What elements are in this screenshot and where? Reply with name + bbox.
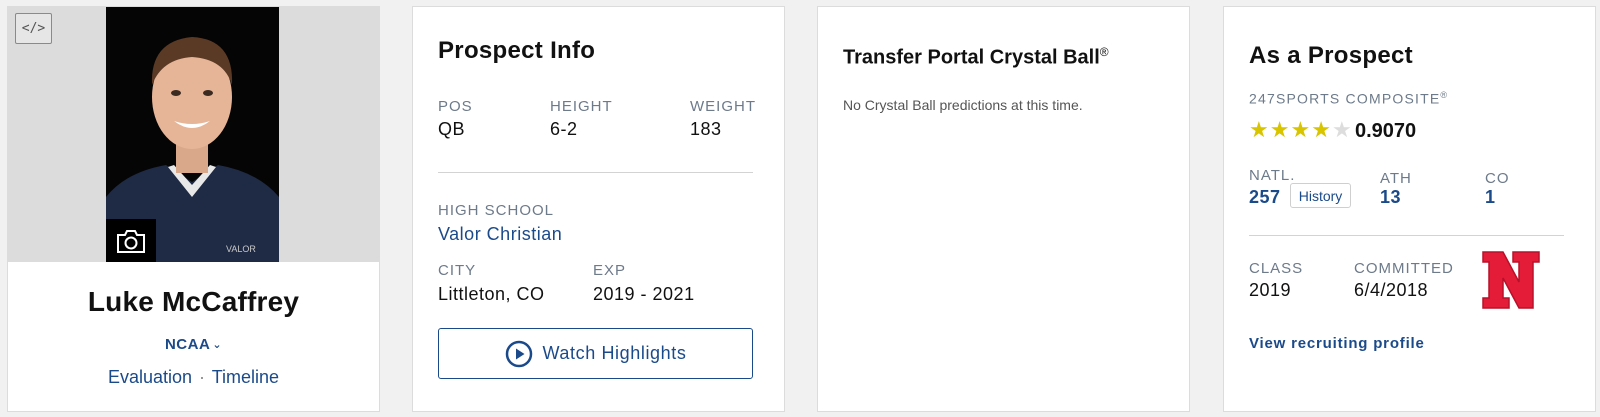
prospect-info-card: Prospect Info POS QB HEIGHT 6-2 WEIGHT 1… xyxy=(412,6,785,412)
watch-highlights-button[interactable]: Watch Highlights xyxy=(438,328,753,379)
league-selector[interactable]: NCAA ⌄ xyxy=(8,336,379,353)
evaluation-link[interactable]: Evaluation xyxy=(108,367,192,387)
high-school-link[interactable]: Valor Christian xyxy=(438,224,562,245)
city-value: Littleton, CO xyxy=(438,284,545,304)
natl-label: NATL. xyxy=(1249,167,1296,184)
photo-area: VALOR </> xyxy=(8,7,379,262)
weight-label: WEIGHT xyxy=(690,98,756,115)
svg-text:VALOR: VALOR xyxy=(226,244,256,254)
camera-icon xyxy=(117,229,145,253)
star-filled-icon: ★ xyxy=(1269,117,1290,142)
crystal-ball-title-text: Transfer Portal Crystal Ball xyxy=(843,46,1100,69)
class-value: 2019 xyxy=(1249,280,1292,300)
photo-gallery-button[interactable] xyxy=(106,219,156,262)
high-school-label: HIGH SCHOOL xyxy=(438,202,555,219)
position-label: ATH xyxy=(1380,170,1412,187)
player-name: Luke McCaffrey xyxy=(87,286,300,317)
registered-mark: ® xyxy=(1099,45,1109,59)
star-filled-icon: ★ xyxy=(1290,117,1311,142)
embed-code-button[interactable]: </> xyxy=(15,13,52,44)
crystal-ball-card: Transfer Portal Crystal Ball® No Crystal… xyxy=(817,6,1190,412)
view-recruiting-profile-link[interactable]: View recruiting profile xyxy=(1249,335,1425,352)
history-button[interactable]: History xyxy=(1290,183,1351,208)
embed-code-icon: </> xyxy=(21,21,46,36)
watch-highlights-label: Watch Highlights xyxy=(542,343,687,363)
pos-label: POS xyxy=(438,98,473,115)
committed-value: 6/4/2018 xyxy=(1354,280,1429,300)
nebraska-n-logo[interactable] xyxy=(1479,248,1543,312)
class-label: CLASS xyxy=(1249,260,1304,277)
composite-label: 247SPORTS COMPOSITE® xyxy=(1249,90,1448,107)
timeline-link[interactable]: Timeline xyxy=(212,367,279,387)
position-rank-link[interactable]: 13 xyxy=(1380,187,1401,208)
weight-value: 183 xyxy=(690,119,722,139)
divider xyxy=(1249,235,1564,236)
as-prospect-title: As a Prospect xyxy=(1249,42,1413,69)
star-empty-icon: ★ xyxy=(1331,117,1352,142)
committed-label: COMMITTED xyxy=(1354,260,1454,277)
state-rank-link[interactable]: 1 xyxy=(1485,187,1496,208)
player-links: Evaluation · Timeline xyxy=(8,367,379,388)
state-label: CO xyxy=(1485,170,1510,187)
player-card: VALOR </> Luke McCaffrey NCAA ⌄ Evaluatio… xyxy=(7,6,380,412)
divider xyxy=(438,172,753,173)
crystal-ball-message: No Crystal Ball predictions at this time… xyxy=(843,97,1083,113)
crystal-ball-title: Transfer Portal Crystal Ball® xyxy=(843,45,1109,70)
composite-rating: 0.9070 xyxy=(1355,120,1417,142)
prospect-info-title: Prospect Info xyxy=(438,37,596,64)
height-value: 6-2 xyxy=(550,119,578,139)
star-filled-icon: ★ xyxy=(1311,117,1331,142)
city-label: CITY xyxy=(438,262,477,279)
pos-value: QB xyxy=(438,119,466,139)
registered-mark: ® xyxy=(1440,90,1449,100)
as-prospect-card: As a Prospect 247SPORTS COMPOSITE® ★ ★ ★ ★ ★… xyxy=(1223,6,1596,412)
exp-value: 2019 - 2021 xyxy=(593,284,695,304)
star-filled-icon: ★ xyxy=(1249,117,1269,142)
composite-label-text: 247SPORTS COMPOSITE xyxy=(1249,90,1441,107)
play-circle-icon xyxy=(505,340,532,367)
league-label: NCAA xyxy=(164,336,211,353)
chevron-down-icon: ⌄ xyxy=(212,339,223,351)
natl-rank-link[interactable]: 257 xyxy=(1249,187,1281,208)
exp-label: EXP xyxy=(593,262,627,279)
height-label: HEIGHT xyxy=(550,98,613,115)
star-rating: ★ ★ ★ ★ ★ xyxy=(1249,118,1352,142)
link-separator: · xyxy=(199,367,206,387)
